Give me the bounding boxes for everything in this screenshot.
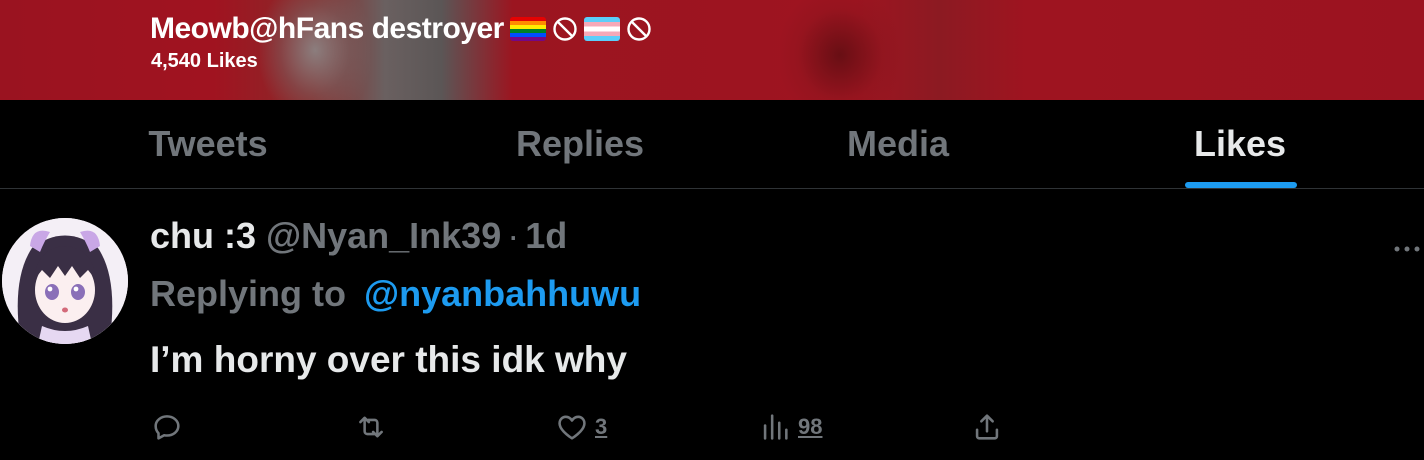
tab-likes[interactable]: Likes <box>1140 100 1340 188</box>
share-icon <box>975 414 999 440</box>
tweet-text: I’m horny over this idk why <box>150 339 627 380</box>
reply-button[interactable] <box>150 407 184 447</box>
tweet[interactable]: chu :3 @Nyan_Ink39 · 1d Replying to @nya… <box>0 189 1424 460</box>
views-button[interactable]: 98 <box>758 407 822 447</box>
replying-to-mention[interactable]: @nyanbahhuwu <box>364 273 641 314</box>
views-count[interactable]: 98 <box>798 414 822 440</box>
avatar-image <box>2 218 128 344</box>
views-icon <box>763 414 788 440</box>
more-dots <box>1394 246 1420 252</box>
tab-media[interactable]: Media <box>798 100 998 188</box>
profile-tabs: Tweets Replies Media Likes <box>0 100 1424 189</box>
retweet-icon <box>359 416 383 438</box>
replying-to-label: Replying to <box>150 273 346 314</box>
retweet-button[interactable] <box>354 407 388 447</box>
profile-page: Meowb@hFans destroyer 4,540 Likes Tweets… <box>0 0 1424 460</box>
author-name[interactable]: chu :3 <box>150 215 256 257</box>
profile-display-name-text: Meowb@hFans destroyer <box>150 12 504 45</box>
separator-dot: · <box>507 215 520 256</box>
profile-header-banner: Meowb@hFans destroyer 4,540 Likes <box>0 0 1424 100</box>
tweet-time[interactable]: 1d <box>525 215 567 257</box>
prohibited-icon <box>627 17 651 41</box>
like-count[interactable]: 3 <box>595 414 607 440</box>
avatar[interactable] <box>2 218 128 344</box>
replying-to: Replying to @nyanbahhuwu <box>150 273 641 315</box>
prohibited-icon <box>553 17 577 41</box>
reply-icon <box>154 415 180 440</box>
banner-blur-shape <box>780 0 900 100</box>
author-handle[interactable]: @Nyan_Ink39 <box>266 215 501 257</box>
profile-display-name: Meowb@hFans destroyer <box>150 12 652 46</box>
tweet-actions: 3 98 <box>0 407 1424 447</box>
tweet-header: chu :3 @Nyan_Ink39 · 1d <box>150 215 567 257</box>
tab-replies[interactable]: Replies <box>480 100 680 188</box>
share-button[interactable] <box>970 407 1004 447</box>
heart-icon <box>558 415 586 440</box>
active-tab-indicator <box>1185 182 1297 188</box>
likes-count: 4,540 Likes <box>151 50 258 72</box>
trans-flag-icon <box>583 17 620 41</box>
like-button[interactable]: 3 <box>555 407 607 447</box>
rainbow-flag-icon <box>509 17 546 41</box>
more-icon[interactable] <box>1394 229 1420 260</box>
tab-tweets[interactable]: Tweets <box>108 100 308 188</box>
